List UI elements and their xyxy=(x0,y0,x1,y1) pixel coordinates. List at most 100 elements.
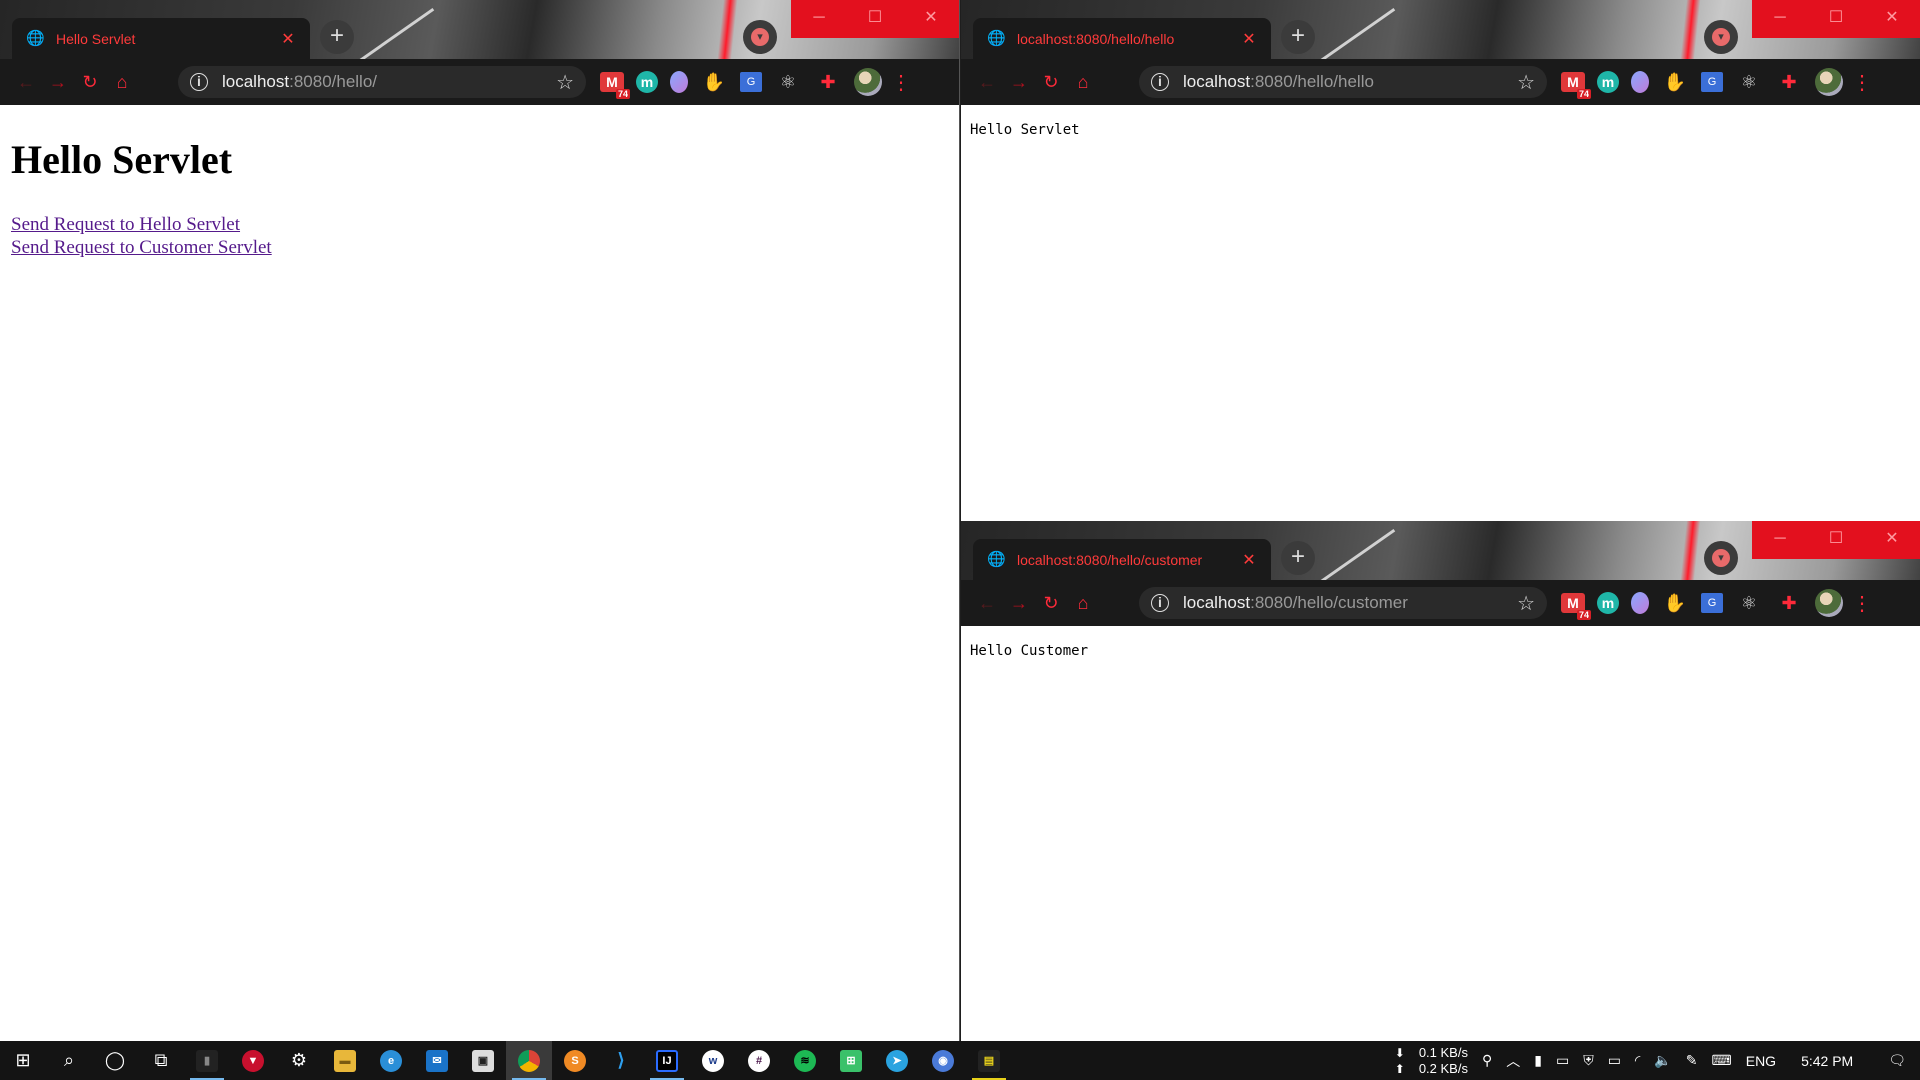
forward-button[interactable]: → xyxy=(42,72,74,93)
pen-workspace-icon[interactable]: ✎ xyxy=(1686,1052,1698,1069)
tab-hello[interactable]: 🌐 localhost:8080/hello/hello ✕ xyxy=(973,18,1271,59)
bookmark-star-icon[interactable]: ☆ xyxy=(1517,70,1535,95)
profile-avatar[interactable] xyxy=(1815,68,1843,96)
close-window-button[interactable]: ✕ xyxy=(1864,521,1920,559)
pocket-button[interactable]: ▾ xyxy=(743,20,777,54)
settings-icon[interactable]: ⚙ xyxy=(276,1041,322,1080)
blue-app-icon[interactable]: ◉ xyxy=(920,1041,966,1080)
action-center-icon[interactable]: 🗨 xyxy=(1888,1052,1906,1069)
green-app-icon[interactable]: ⊞ xyxy=(828,1041,874,1080)
back-button[interactable]: ← xyxy=(10,72,42,93)
show-hidden-icons-chevron-icon[interactable]: ︿ xyxy=(1506,1051,1520,1071)
store-icon[interactable]: ▣ xyxy=(460,1041,506,1080)
minimize-button[interactable]: ─ xyxy=(791,0,847,38)
forward-button[interactable]: → xyxy=(1003,72,1035,93)
address-bar[interactable]: i localhost:8080/hello/hello ☆ xyxy=(1139,66,1547,98)
bookmark-star-icon[interactable]: ☆ xyxy=(556,70,574,95)
chrome-icon[interactable] xyxy=(506,1041,552,1080)
react-devtools-icon[interactable]: ⚛ xyxy=(774,68,802,96)
security-shield-icon[interactable]: ⛨ xyxy=(1583,1052,1594,1069)
extensions-puzzle-icon[interactable]: ✚ xyxy=(1775,68,1803,96)
m-extension-icon[interactable]: m xyxy=(636,71,658,93)
spotify-icon[interactable]: ≋ xyxy=(782,1041,828,1080)
file-explorer-icon[interactable]: ▬ xyxy=(322,1041,368,1080)
sublime-icon[interactable]: S xyxy=(552,1041,598,1080)
address-bar[interactable]: i localhost:8080/hello/ ☆ xyxy=(178,66,586,98)
edge-icon[interactable]: e xyxy=(368,1041,414,1080)
pen-tray-icon[interactable]: ▮ xyxy=(1534,1052,1542,1069)
m-extension-icon[interactable]: m xyxy=(1597,592,1619,614)
extensions-puzzle-icon[interactable]: ✚ xyxy=(1775,589,1803,617)
google-translate-icon[interactable]: G xyxy=(740,72,762,92)
drop-extension-icon[interactable] xyxy=(1631,71,1649,93)
close-window-button[interactable]: ✕ xyxy=(903,0,959,38)
reload-button[interactable]: ↻ xyxy=(1035,72,1067,93)
profile-avatar[interactable] xyxy=(854,68,882,96)
close-window-button[interactable]: ✕ xyxy=(1864,0,1920,38)
reload-button[interactable]: ↻ xyxy=(1035,593,1067,614)
profile-avatar[interactable] xyxy=(1815,589,1843,617)
start-button[interactable]: ⊞ xyxy=(0,1041,46,1080)
home-button[interactable]: ⌂ xyxy=(1067,593,1099,614)
bookmark-star-icon[interactable]: ☆ xyxy=(1517,591,1535,616)
gmail-checker-icon[interactable]: M 74 xyxy=(600,72,630,99)
intellij-icon[interactable]: IJ xyxy=(644,1041,690,1080)
new-tab-button[interactable]: + xyxy=(320,20,354,54)
gmail-checker-icon[interactable]: M 74 xyxy=(1561,593,1591,620)
pocket-button[interactable]: ▾ xyxy=(1704,20,1738,54)
hand-extension-icon[interactable]: ✋ xyxy=(1661,68,1689,96)
site-info-icon[interactable]: i xyxy=(190,73,208,91)
video-editor-icon[interactable]: ▤ xyxy=(966,1041,1012,1080)
google-translate-icon[interactable]: G xyxy=(1701,593,1723,613)
clock[interactable]: 5:42 PM xyxy=(1801,1053,1853,1069)
forward-button[interactable]: → xyxy=(1003,593,1035,614)
hand-extension-icon[interactable]: ✋ xyxy=(700,68,728,96)
people-icon[interactable]: ⚲ xyxy=(1482,1052,1492,1069)
tab-hello-servlet[interactable]: 🌐 Hello Servlet ✕ xyxy=(12,18,310,59)
browser-menu-icon[interactable]: ⋮ xyxy=(1852,68,1872,96)
antivirus-icon[interactable]: ▼ xyxy=(230,1041,276,1080)
meet-now-icon[interactable]: ▭ xyxy=(1556,1052,1569,1069)
home-button[interactable]: ⌂ xyxy=(106,72,138,93)
customer-servlet-link[interactable]: Send Request to Customer Servlet xyxy=(11,236,272,259)
tab-customer[interactable]: 🌐 localhost:8080/hello/customer ✕ xyxy=(973,539,1271,580)
tab-close-icon[interactable]: ✕ xyxy=(1241,29,1257,49)
new-tab-button[interactable]: + xyxy=(1281,20,1315,54)
search-icon[interactable]: ⌕ xyxy=(46,1041,92,1080)
extensions-puzzle-icon[interactable]: ✚ xyxy=(814,68,842,96)
app-w-icon[interactable]: w xyxy=(690,1041,736,1080)
minimize-button[interactable]: ─ xyxy=(1752,0,1808,38)
mail-icon[interactable]: ✉ xyxy=(414,1041,460,1080)
back-button[interactable]: ← xyxy=(971,593,1003,614)
address-bar[interactable]: i localhost:8080/hello/customer ☆ xyxy=(1139,587,1547,619)
touch-keyboard-icon[interactable]: ⌨ xyxy=(1712,1052,1732,1069)
pen-app-icon[interactable]: ▮ xyxy=(184,1041,230,1080)
react-devtools-icon[interactable]: ⚛ xyxy=(1735,589,1763,617)
google-translate-icon[interactable]: G xyxy=(1701,72,1723,92)
site-info-icon[interactable]: i xyxy=(1151,594,1169,612)
wifi-icon[interactable]: ◜ xyxy=(1635,1052,1640,1069)
battery-icon[interactable]: ▭ xyxy=(1608,1052,1621,1069)
m-extension-icon[interactable]: m xyxy=(1597,71,1619,93)
telegram-icon[interactable]: ➤ xyxy=(874,1041,920,1080)
new-tab-button[interactable]: + xyxy=(1281,541,1315,575)
slack-icon[interactable]: # xyxy=(736,1041,782,1080)
volume-icon[interactable]: 🔈 xyxy=(1654,1052,1671,1069)
site-info-icon[interactable]: i xyxy=(1151,73,1169,91)
pocket-button[interactable]: ▾ xyxy=(1704,541,1738,575)
maximize-button[interactable]: ☐ xyxy=(847,0,903,38)
task-view-icon[interactable]: ⧉ xyxy=(138,1041,184,1080)
hello-servlet-link[interactable]: Send Request to Hello Servlet xyxy=(11,213,240,236)
maximize-button[interactable]: ☐ xyxy=(1808,0,1864,38)
hand-extension-icon[interactable]: ✋ xyxy=(1661,589,1689,617)
react-devtools-icon[interactable]: ⚛ xyxy=(1735,68,1763,96)
drop-extension-icon[interactable] xyxy=(670,71,688,93)
browser-menu-icon[interactable]: ⋮ xyxy=(891,68,911,96)
maximize-button[interactable]: ☐ xyxy=(1808,521,1864,559)
reload-button[interactable]: ↻ xyxy=(74,72,106,93)
gmail-checker-icon[interactable]: M 74 xyxy=(1561,72,1591,99)
home-button[interactable]: ⌂ xyxy=(1067,72,1099,93)
tab-close-icon[interactable]: ✕ xyxy=(280,29,296,49)
drop-extension-icon[interactable] xyxy=(1631,592,1649,614)
vscode-icon[interactable]: ⟩ xyxy=(598,1041,644,1080)
